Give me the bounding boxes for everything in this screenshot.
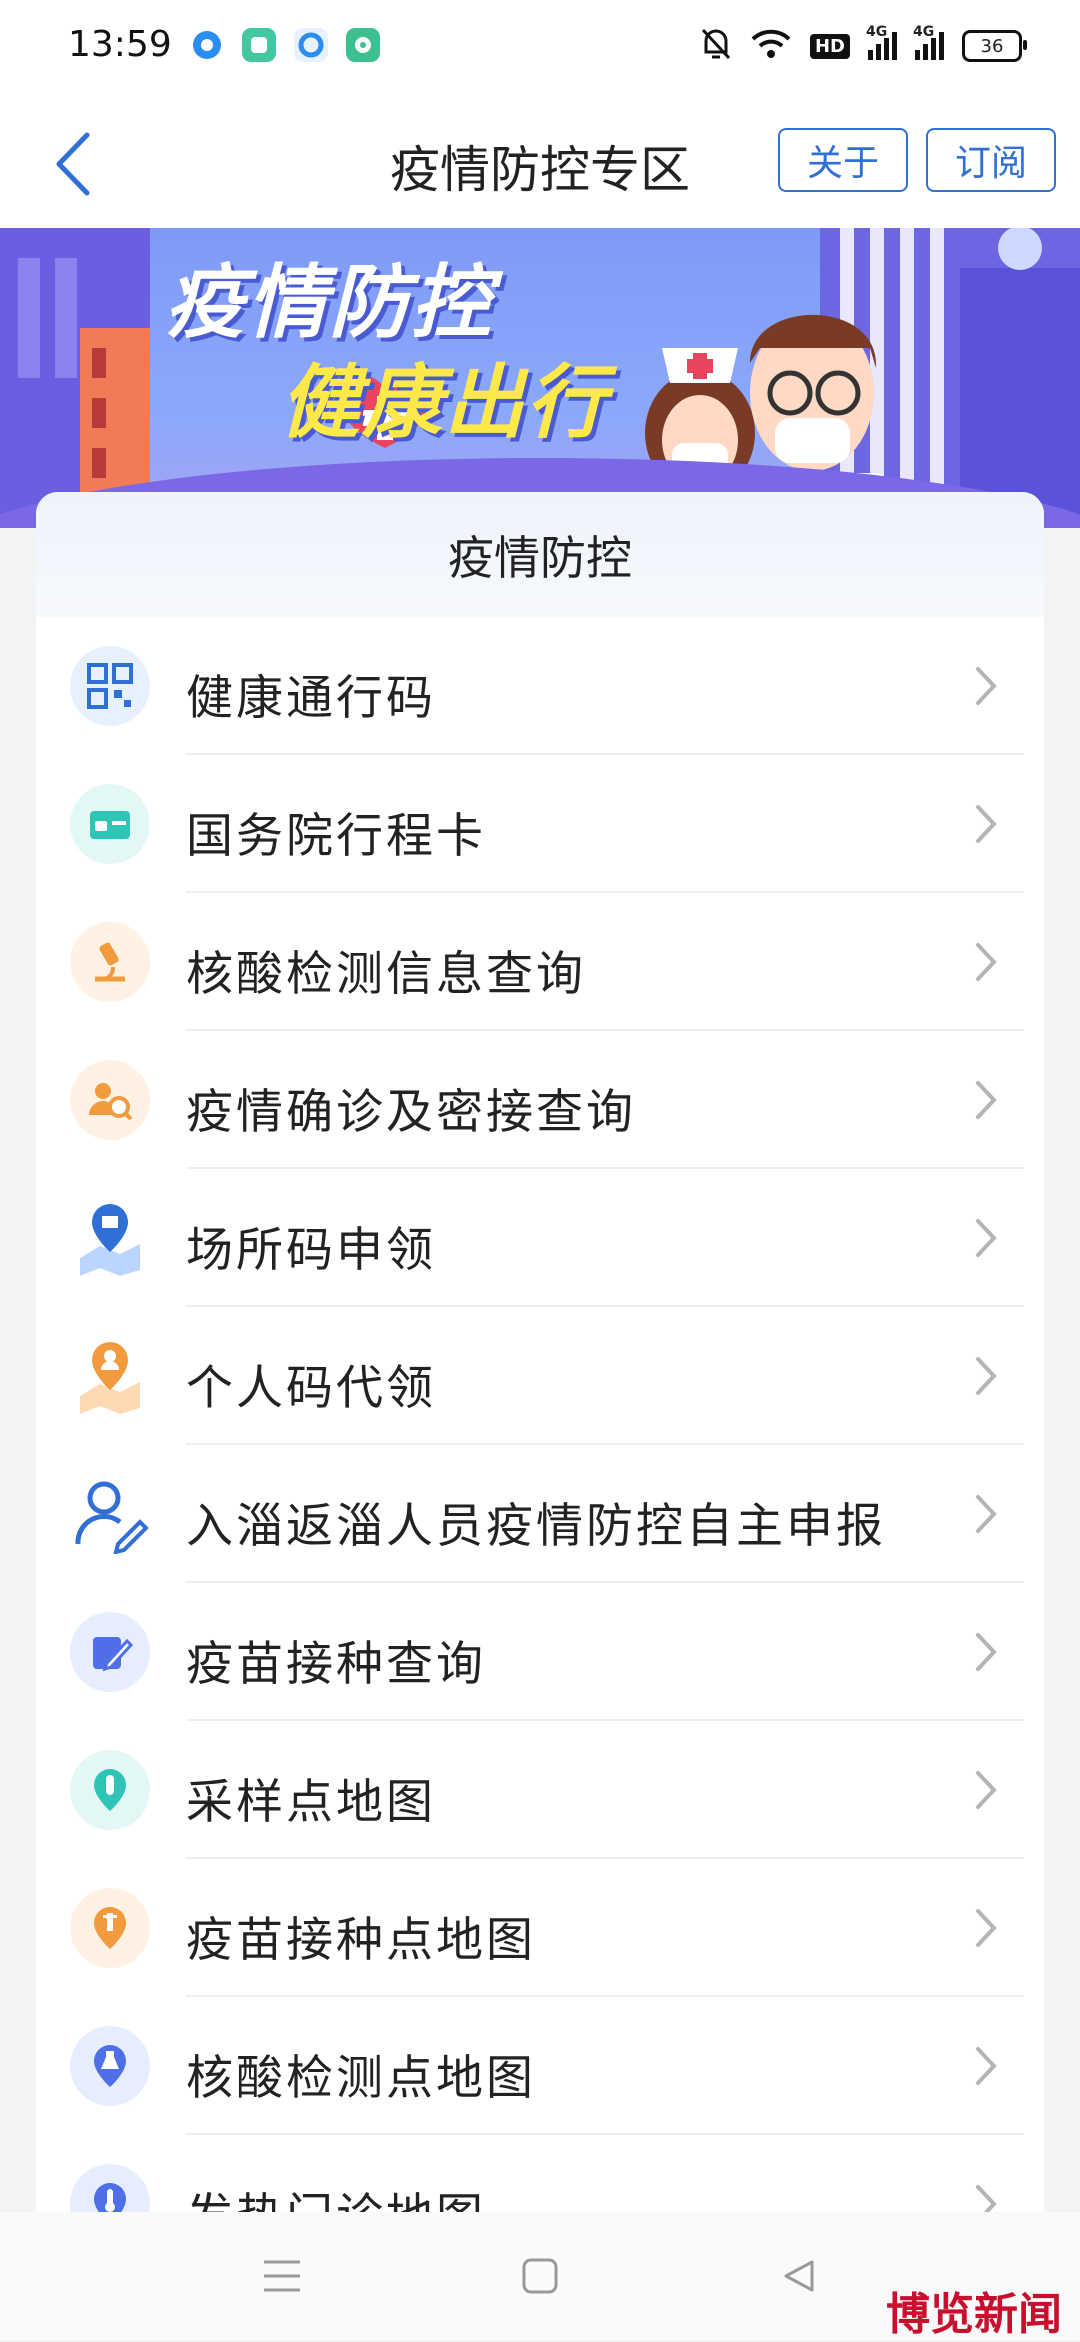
status-time: 13:59 — [68, 24, 172, 65]
network-type-label: 4G — [913, 24, 935, 40]
test-tube-pin-icon — [70, 1750, 150, 1830]
list-item-label: 核酸检测信息查询 — [186, 947, 586, 1002]
list-item-label: 疫苗接种点地图 — [186, 1913, 536, 1968]
banner-title-line1: 疫情防控 — [165, 256, 493, 349]
list-item-nucleic-site-map[interactable]: 核酸检测点地图 — [36, 1997, 1044, 2135]
chevron-right-icon — [976, 2185, 997, 2212]
card-heading: 疫情防控 — [36, 492, 1044, 617]
edit-note-icon — [70, 1612, 150, 1692]
top-app-bar: 疫情防控专区 关于 订阅 — [0, 100, 1080, 228]
banner-title-line2: 健康出行 — [280, 356, 608, 449]
list-item-nucleic-test-query[interactable]: 核酸检测信息查询 — [36, 893, 1044, 1031]
watermark: 博览新闻 — [886, 2289, 1062, 2340]
list-item-self-declaration[interactable]: 入淄返淄人员疫情防控自主申报 — [36, 1445, 1044, 1583]
chevron-right-icon — [976, 1081, 997, 1119]
promo-banner: 疫情防控 健康出行 — [0, 228, 1080, 528]
list-item-label: 场所码申领 — [186, 1223, 436, 1278]
chevron-right-icon — [976, 943, 997, 981]
notification-icons — [190, 28, 380, 62]
mute-bell-icon — [700, 26, 732, 66]
system-nav-bar: 博览新闻 — [0, 2212, 1080, 2340]
list-item-label: 采样点地图 — [186, 1775, 436, 1830]
list-item-label: 个人码代领 — [186, 1361, 436, 1416]
list-item-label: 健康通行码 — [186, 671, 436, 726]
wifi-icon — [750, 27, 792, 65]
personal-location-icon — [70, 1336, 150, 1416]
list-item-label: 发热门诊地图 — [186, 2177, 486, 2212]
status-indicators: HD 4G 4G 36 — [700, 24, 1027, 66]
chevron-right-icon — [976, 805, 997, 843]
flask-pin-icon — [70, 2026, 150, 2106]
battery-icon: 36 — [962, 30, 1027, 62]
battery-level: 36 — [980, 35, 1004, 57]
list-item-label: 疫情确诊及密接查询 — [186, 1085, 636, 1140]
back-arrow-icon — [56, 132, 90, 196]
subscribe-button[interactable]: 订阅 — [926, 128, 1056, 192]
list-item-vaccine-site-map[interactable]: 疫苗接种点地图 — [36, 1859, 1044, 1997]
chevron-right-icon — [976, 1909, 997, 1947]
recent-apps-button[interactable] — [252, 2248, 312, 2304]
list-item-fever-clinic-map[interactable]: 发热门诊地图 — [36, 2135, 1044, 2212]
triangle-back-icon — [784, 2260, 814, 2292]
list-item-venue-code-apply[interactable]: 场所码申领 — [36, 1169, 1044, 1307]
travel-card-icon — [70, 784, 150, 864]
about-button[interactable]: 关于 — [778, 128, 908, 192]
chevron-right-icon — [976, 1633, 997, 1671]
status-bar: 13:59 HD 4G 4G 36 — [0, 0, 1080, 100]
app-notification-icon — [242, 28, 276, 62]
venue-location-icon — [70, 1198, 150, 1278]
services-card: 疫情防控 健康通行码 国务院行程卡 核酸检测信息查询 疫情确诊及密接查询 场所码… — [36, 492, 1044, 2212]
list-item-health-code[interactable]: 健康通行码 — [36, 617, 1044, 755]
chevron-right-icon — [976, 1495, 997, 1533]
app-notification-icon — [346, 28, 380, 62]
app-notification-icon — [294, 28, 328, 62]
service-list: 健康通行码 国务院行程卡 核酸检测信息查询 疫情确诊及密接查询 场所码申领 个人… — [36, 617, 1044, 2212]
chevron-right-icon — [976, 1357, 997, 1395]
people-search-icon — [70, 1060, 150, 1140]
signal-strength-icon: 4G — [866, 24, 897, 60]
syringe-pin-icon — [70, 1888, 150, 1968]
square-icon — [522, 2258, 558, 2294]
list-item-confirmed-contact-query[interactable]: 疫情确诊及密接查询 — [36, 1031, 1044, 1169]
hd-voice-badge: HD — [809, 33, 850, 59]
back-button[interactable] — [38, 126, 108, 202]
network-type-label: 4G — [866, 24, 888, 40]
list-item-label: 国务院行程卡 — [186, 809, 486, 864]
microscope-icon — [70, 922, 150, 1002]
thermometer-pin-icon — [70, 2164, 150, 2212]
page-title: 疫情防控专区 — [390, 141, 690, 199]
signal-strength-icon: 4G — [913, 24, 944, 60]
chevron-right-icon — [976, 2047, 997, 2085]
list-item-label: 疫苗接种查询 — [186, 1637, 486, 1692]
list-item-label: 核酸检测点地图 — [186, 2051, 536, 2106]
back-nav-button[interactable] — [768, 2248, 828, 2304]
user-edit-icon — [70, 1474, 150, 1554]
chevron-right-icon — [976, 1219, 997, 1257]
list-item-vaccine-query[interactable]: 疫苗接种查询 — [36, 1583, 1044, 1721]
chevron-right-icon — [976, 1771, 997, 1809]
menu-icon — [264, 2260, 300, 2292]
list-item-personal-code[interactable]: 个人码代领 — [36, 1307, 1044, 1445]
list-item-label: 入淄返淄人员疫情防控自主申报 — [186, 1499, 886, 1554]
list-item-travel-card[interactable]: 国务院行程卡 — [36, 755, 1044, 893]
app-notification-icon — [190, 28, 224, 62]
list-item-sampling-map[interactable]: 采样点地图 — [36, 1721, 1044, 1859]
qr-code-icon — [70, 646, 150, 726]
chevron-right-icon — [976, 667, 997, 705]
home-button[interactable] — [510, 2248, 570, 2304]
